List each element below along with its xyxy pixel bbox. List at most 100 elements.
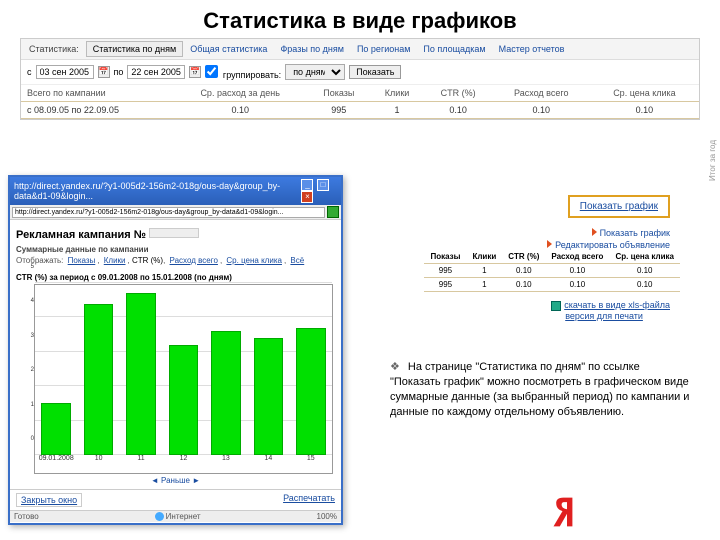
cell: 0.10 <box>493 102 590 119</box>
row-period: с 08.09.05 по 22.09.05 <box>21 102 173 119</box>
mc: 1 <box>466 264 502 278</box>
from-label: с <box>27 67 32 77</box>
status-left: Готово <box>14 512 39 521</box>
link-box: Показать график Показать график Редактир… <box>547 195 670 250</box>
col-ctr: CTR (%) <box>424 85 493 102</box>
filter-row: с 📅 по 📅 группировать: по дням Показать <box>21 60 699 85</box>
col-cpc: Ср. цена клика <box>590 85 699 102</box>
mc: 0.10 <box>545 278 609 292</box>
window-titlebar[interactable]: http://direct.yandex.ru/?y1-005d2-156m2-… <box>10 177 341 205</box>
group-label: группировать: <box>223 70 281 80</box>
metric-current: CTR (%) <box>132 256 163 265</box>
mc: 0.10 <box>502 278 545 292</box>
tab-phrases[interactable]: Фразы по дням <box>274 42 350 56</box>
stats-panel: Статистика: Статистика по дням Общая ста… <box>20 38 700 120</box>
chart-bar <box>254 338 284 455</box>
col-avg-spend: Ср. расход за день <box>173 85 307 102</box>
group-block: группировать: <box>205 65 281 80</box>
chart-bar <box>169 345 199 455</box>
tabs-label: Статистика: <box>23 42 85 56</box>
group-checkbox[interactable] <box>205 65 218 78</box>
metric-link[interactable]: Показы <box>68 256 96 265</box>
col-campaign: Всего по кампании <box>21 85 173 102</box>
popup-body: Рекламная кампания № Суммарные данные по… <box>10 220 341 489</box>
description-text: На странице "Статистика по дням" по ссыл… <box>390 361 689 418</box>
sublink-graph[interactable]: Показать график <box>547 226 670 238</box>
date-from-input[interactable] <box>36 65 94 79</box>
group-select[interactable]: по дням <box>285 64 345 80</box>
col-impressions: Показы <box>307 85 370 102</box>
chart-popup-window: http://direct.yandex.ru/?y1-005d2-156m2-… <box>8 175 343 525</box>
show-button[interactable]: Показать <box>349 65 401 79</box>
col-spend: Расход всего <box>493 85 590 102</box>
side-label: Итог за год <box>708 140 717 181</box>
col-clicks: Клики <box>370 85 423 102</box>
print-version-link[interactable]: версия для печати <box>551 311 670 321</box>
close-window-button[interactable]: Закрыть окно <box>16 493 82 507</box>
close-icon[interactable]: × <box>301 191 313 203</box>
chart-bar <box>126 293 156 455</box>
slide-title: Статистика в виде графиков <box>0 0 720 38</box>
show-graph-link[interactable]: Показать график <box>568 195 670 218</box>
popup-footer: Закрыть окно Распечатать <box>10 489 341 510</box>
chart-scroll[interactable]: ◄ Раньше ► <box>16 474 335 485</box>
minimize-icon[interactable]: _ <box>301 179 313 191</box>
mh: Клики <box>466 250 502 264</box>
mc: 0.10 <box>609 278 680 292</box>
mh: Расход всего <box>545 250 609 264</box>
metric-link[interactable]: Ср. цена клика <box>226 256 282 265</box>
chart-bar <box>84 304 114 455</box>
mc: 995 <box>424 264 466 278</box>
print-link[interactable]: Распечатать <box>283 493 335 507</box>
xls-icon <box>551 301 561 311</box>
summary-label: Суммарные данные по кампании <box>16 245 148 254</box>
mc: 995 <box>424 278 466 292</box>
mh: CTR (%) <box>502 250 545 264</box>
download-links: скачать в виде xls-файла версия для печа… <box>551 300 670 321</box>
table-row: 995 1 0.10 0.10 0.10 <box>424 278 680 292</box>
cell: 0.10 <box>173 102 307 119</box>
description: ❖ На странице "Статистика по дням" по сс… <box>390 360 690 419</box>
mh: Показы <box>424 250 466 264</box>
tab-overall[interactable]: Общая статистика <box>184 42 273 56</box>
mc: 1 <box>466 278 502 292</box>
status-bar: Готово Интернет 100% <box>10 510 341 522</box>
calendar-icon[interactable]: 📅 <box>189 66 201 78</box>
tabs-row: Статистика: Статистика по дням Общая ста… <box>21 39 699 60</box>
mc: 0.10 <box>545 264 609 278</box>
xls-download-link[interactable]: скачать в виде xls-файла <box>564 300 670 310</box>
metric-link[interactable]: Расход всего <box>170 256 218 265</box>
x-axis: 09.01.2008101112131415 <box>35 455 332 473</box>
table-row: 995 1 0.10 0.10 0.10 <box>424 264 680 278</box>
go-icon[interactable] <box>327 206 339 218</box>
bullet-icon: ❖ <box>390 360 400 375</box>
tab-sites[interactable]: По площадкам <box>417 42 491 56</box>
cell: 0.10 <box>590 102 699 119</box>
url-field[interactable]: http://direct.yandex.ru/?y1-005d2-156m2-… <box>12 207 325 218</box>
date-to-input[interactable] <box>127 65 185 79</box>
chart-bar <box>41 403 71 455</box>
window-url: http://direct.yandex.ru/?y1-005d2-156m2-… <box>14 181 300 201</box>
mh: Ср. цена клика <box>609 250 680 264</box>
mc: 0.10 <box>502 264 545 278</box>
mini-table: Показы Клики CTR (%) Расход всего Ср. це… <box>424 250 680 292</box>
tab-by-day[interactable]: Статистика по дням <box>86 41 183 57</box>
sublink-edit[interactable]: Редактировать объявление <box>547 238 670 250</box>
table-row: с 08.09.05 по 22.09.05 0.10 995 1 0.10 0… <box>21 102 699 119</box>
calendar-icon[interactable]: 📅 <box>98 66 110 78</box>
status-zone: Интернет <box>166 512 201 521</box>
metric-link[interactable]: Клики <box>104 256 126 265</box>
maximize-icon[interactable]: □ <box>317 179 329 191</box>
cell: 0.10 <box>424 102 493 119</box>
mc: 0.10 <box>609 264 680 278</box>
cell: 1 <box>370 102 423 119</box>
tab-regions[interactable]: По регионам <box>351 42 416 56</box>
address-bar: http://direct.yandex.ru/?y1-005d2-156m2-… <box>10 205 341 220</box>
chart-bar <box>296 328 326 455</box>
chart-area: 09.01.2008101112131415 <box>34 284 333 474</box>
yandex-logo-icon <box>549 494 585 535</box>
campaign-id-blur <box>149 228 199 238</box>
metric-link[interactable]: Всё <box>290 256 304 265</box>
tab-report[interactable]: Мастер отчетов <box>493 42 571 56</box>
to-label: по <box>114 67 124 77</box>
